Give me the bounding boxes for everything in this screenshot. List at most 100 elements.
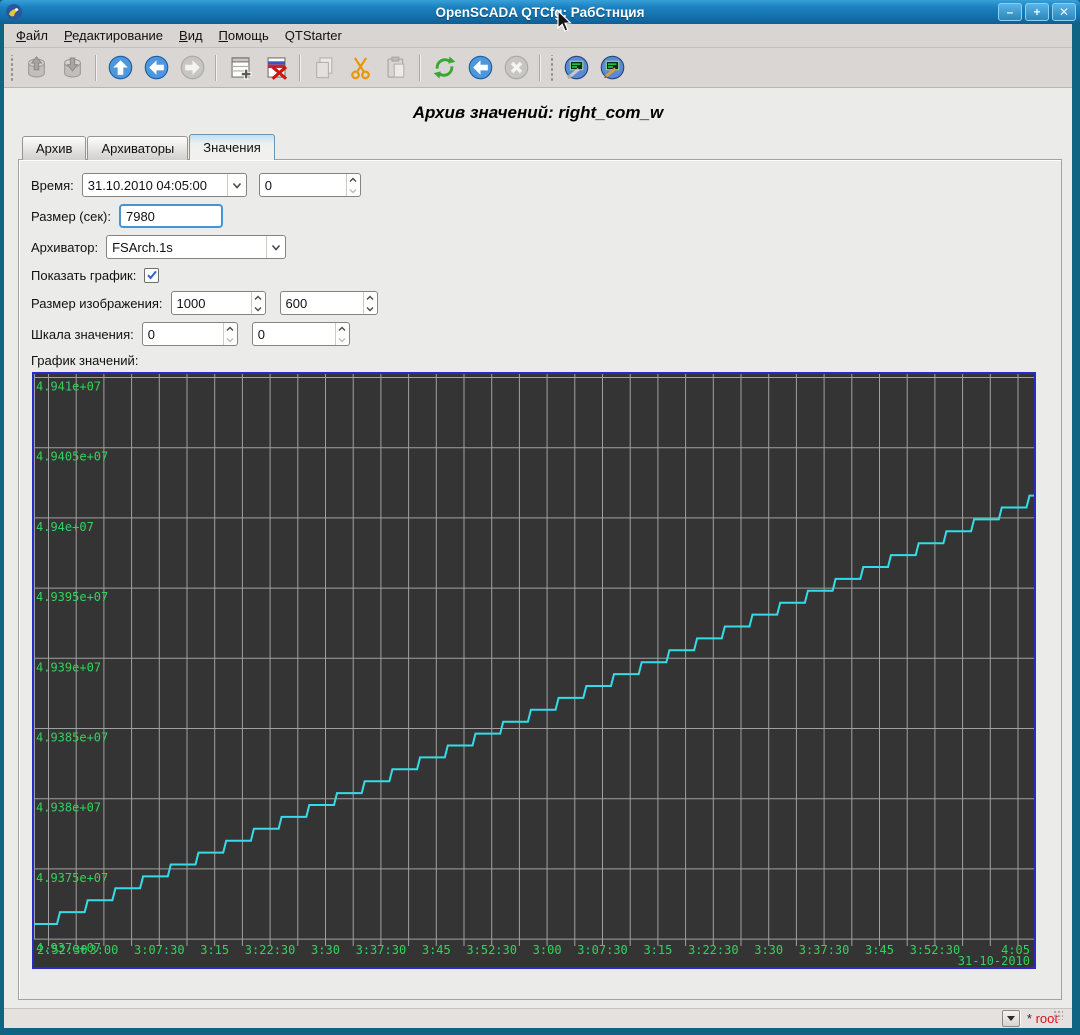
menu-item-view[interactable]: Вид [171,25,211,46]
spin-down-icon[interactable] [252,303,265,314]
svg-text:3:45: 3:45 [865,943,894,957]
tab-archivators[interactable]: Архиваторы [87,136,188,160]
svg-text:4.939e+07: 4.939e+07 [36,660,101,674]
tab-values[interactable]: Значения [189,134,274,160]
qtstarter-modify-button[interactable] [595,51,629,85]
menu-item-qtstarter[interactable]: QTStarter [277,25,350,46]
delete-item-button[interactable] [259,51,293,85]
image-width-input[interactable] [172,292,251,314]
time-usec-input[interactable] [260,174,346,196]
size-input-box[interactable] [119,204,223,228]
graph-label: График значений: [31,353,1061,368]
spin-down-icon[interactable] [364,303,377,314]
maximize-button[interactable]: + [1025,3,1049,21]
up-button[interactable] [103,51,137,85]
time-label: Время: [31,178,74,193]
archiver-label: Архиватор: [31,240,98,255]
qtstarter-config-button[interactable] [559,51,593,85]
stop-button [499,51,533,85]
stop-icon [503,54,530,81]
app-window: OpenSCADA QTCfg: РабСтнция – + ✕ ФайлРед… [0,0,1080,1035]
svg-text:3:00: 3:00 [89,943,118,957]
time-combobox[interactable]: 31.10.2010 04:05:00 [82,173,247,197]
add-item-button[interactable] [223,51,257,85]
load-icon [23,54,50,81]
refresh-button[interactable] [427,51,461,85]
menu-item-edit[interactable]: Редактирование [56,25,171,46]
status-dropdown-button[interactable] [1002,1010,1020,1027]
svg-text:3:37:30: 3:37:30 [799,943,850,957]
close-button[interactable]: ✕ [1052,3,1076,21]
archiver-combobox[interactable]: FSArch.1s [106,235,286,259]
chevron-down-icon[interactable] [227,174,246,196]
svg-text:4.94e+07: 4.94e+07 [36,520,94,534]
scale-min-input[interactable] [143,323,223,345]
size-input[interactable] [121,206,221,226]
copy-button [307,51,341,85]
menu-item-help[interactable]: Помощь [211,25,277,46]
svg-text:3:15: 3:15 [643,943,672,957]
scale-max-spinbox[interactable] [252,322,350,346]
spin-up-icon[interactable] [252,292,265,303]
minimize-button[interactable]: – [998,3,1022,21]
svg-text:4.941e+07: 4.941e+07 [36,380,101,394]
toolbar-separator [299,55,301,81]
toolbar-separator [419,55,421,81]
scale-row: Шкала значения: [31,322,1061,346]
delete-item-icon [263,54,290,81]
checkmark-icon [146,269,158,281]
save-icon [59,54,86,81]
up-icon [107,54,134,81]
cut-button[interactable] [343,51,377,85]
values-trend-chart: 4.941e+074.9405e+074.94e+074.9395e+074.9… [32,372,1036,969]
svg-text:4.938e+07: 4.938e+07 [36,801,101,815]
spin-up-icon[interactable] [336,323,349,334]
paste-icon [383,54,410,81]
title-bar[interactable]: OpenSCADA QTCfg: РабСтнция – + ✕ [0,0,1080,24]
start-icon [467,54,494,81]
image-height-spinbox[interactable] [280,291,378,315]
resize-grip[interactable] [1053,1010,1063,1020]
spin-up-icon[interactable] [224,323,237,334]
show-graph-row: Показать график: [31,266,1061,284]
image-size-label: Размер изображения: [31,296,163,311]
toolbar-drag-handle[interactable] [548,55,556,81]
chevron-down-icon[interactable] [266,236,285,258]
copy-icon [311,54,338,81]
svg-text:4.9405e+07: 4.9405e+07 [36,450,108,464]
spin-up-icon[interactable] [347,174,360,185]
size-label: Размер (сек): [31,209,111,224]
svg-text:3:07:30: 3:07:30 [134,943,185,957]
add-item-icon [227,54,254,81]
image-width-spinbox[interactable] [171,291,266,315]
spin-down-icon[interactable] [347,185,360,196]
toolbar-separator [95,55,97,81]
window-title: OpenSCADA QTCfg: РабСтнция [0,5,1080,20]
svg-text:3:37:30: 3:37:30 [356,943,407,957]
spin-down-icon[interactable] [336,334,349,345]
dropdown-arrow-icon [1007,1016,1015,1021]
next-button [175,51,209,85]
menu-item-file[interactable]: Файл [8,25,56,46]
time-usec-spinbox[interactable] [259,173,361,197]
image-height-input[interactable] [281,292,363,314]
svg-text:4.9375e+07: 4.9375e+07 [36,871,108,885]
svg-text:3:22:30: 3:22:30 [245,943,296,957]
svg-text:3:52:30: 3:52:30 [910,943,961,957]
qtstarter-modify-icon [599,54,626,81]
spin-down-icon[interactable] [224,334,237,345]
window-body: ФайлРедактированиеВидПомощьQTStarter Арх… [4,24,1072,1028]
toolbar-drag-handle[interactable] [8,55,16,81]
trend-plot: 4.941e+074.9405e+074.94e+074.9395e+074.9… [34,374,1034,967]
start-button[interactable] [463,51,497,85]
previous-button[interactable] [139,51,173,85]
toolbar-separator [539,55,541,81]
svg-text:3:52:30: 3:52:30 [466,943,517,957]
spin-up-icon[interactable] [364,292,377,303]
tab-archive[interactable]: Архив [22,136,86,160]
scale-max-input[interactable] [253,323,335,345]
svg-text:3:07:30: 3:07:30 [577,943,628,957]
scale-min-spinbox[interactable] [142,322,238,346]
show-graph-checkbox[interactable] [144,268,159,283]
tab-panel: Время: 31.10.2010 04:05:00 [18,159,1062,1000]
